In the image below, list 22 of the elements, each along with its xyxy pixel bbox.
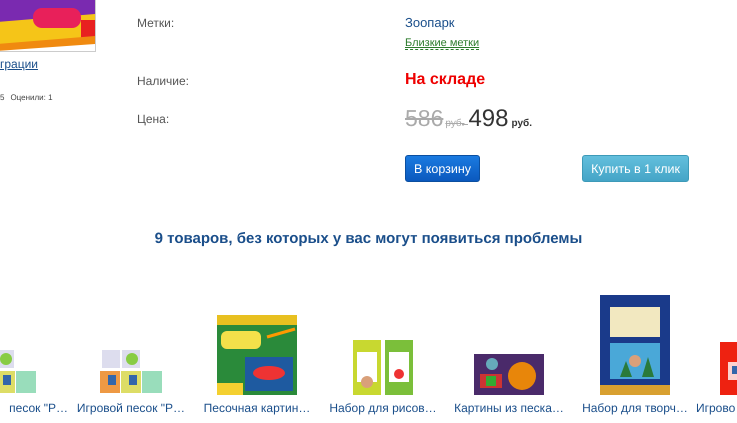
product-name-link[interactable]: Песочная картин… [204,401,310,415]
product-name-link[interactable]: Картины из песка… [454,401,564,415]
product-name-link[interactable]: Набор для творч… [582,401,688,415]
old-currency: руб. [445,118,468,129]
related-tags-link[interactable]: Близкие метки [405,37,480,50]
currency: руб. [512,118,532,129]
availability-label: Наличие: [137,73,190,90]
section-heading: 9 товаров, без которых у вас могут появиться проблемы [154,230,584,247]
price: 498 [468,105,508,133]
product-name-link[interactable]: песок "Р… [9,401,68,415]
tags-label: Метки: [137,15,176,32]
votes-count: Оценили: 1 [10,93,53,102]
product-name-link[interactable]: Игрово [696,401,736,415]
rating-value: 5 [0,93,4,102]
price-label: Цена: [137,111,170,128]
product-name-link[interactable]: Игровой песок "Р… [76,401,186,415]
product-name-link[interactable]: Набор для рисов… [329,401,437,415]
gallery-link[interactable]: грации [0,57,38,71]
add-to-cart-button[interactable]: В корзину [405,155,480,182]
availability-status: На складе [405,71,486,90]
old-price: 586 [405,105,444,132]
tag-link[interactable]: Зоопарк [405,15,454,31]
